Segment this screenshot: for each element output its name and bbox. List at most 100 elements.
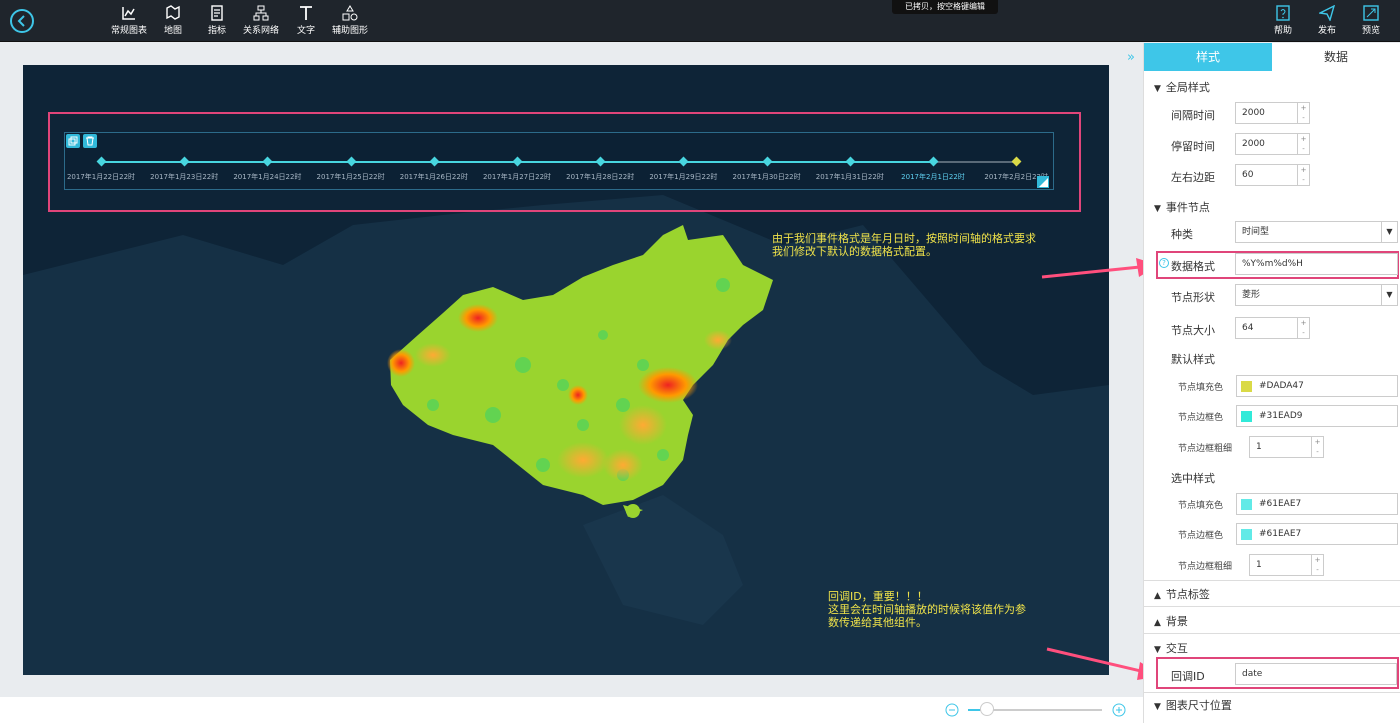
tool-indicator-label: 指标 <box>207 26 226 36</box>
border-swatch[interactable] <box>1241 411 1252 422</box>
resize-handle[interactable] <box>1037 176 1049 188</box>
arrow-left-icon <box>17 15 25 27</box>
annotation-callback-line2: 这里会在时间轴播放的时候将该值作为参 <box>828 603 1026 616</box>
size-input[interactable]: 64 + - <box>1235 317 1310 339</box>
section-global[interactable]: ▼ 全局样式 <box>1154 79 1210 95</box>
format-value: %Y%m%d%H <box>1242 259 1303 269</box>
caret-down-icon: ▼ <box>1154 204 1161 214</box>
chart-icon <box>122 7 135 20</box>
publish-label: 发布 <box>1317 26 1336 36</box>
section-background-label: 背景 <box>1165 615 1188 628</box>
sel-fill-swatch[interactable] <box>1241 499 1252 510</box>
annotation-callback-line1: 回调ID，重要！！！ <box>828 590 928 603</box>
callback-value: date <box>1242 669 1263 679</box>
section-global-label: 全局样式 <box>1165 81 1210 94</box>
border-color-input[interactable]: #31EAD9 <box>1236 405 1398 427</box>
interval-stepper[interactable]: + - <box>1297 103 1309 123</box>
type-label: 种类 <box>1171 228 1193 241</box>
indicator-icon <box>211 5 223 21</box>
sel-fill-color-input[interactable]: #61EAE7 <box>1236 493 1398 515</box>
size-label: 节点大小 <box>1171 324 1215 337</box>
callback-input[interactable]: date <box>1235 663 1397 685</box>
preview-button[interactable]: 预览 <box>1346 5 1396 36</box>
section-interaction-label: 交互 <box>1165 642 1188 655</box>
tool-chart[interactable]: 常规图表 <box>104 5 154 36</box>
collapse-panel-icon[interactable]: » <box>1127 50 1135 65</box>
stay-value: 2000 <box>1242 139 1265 149</box>
stay-stepper[interactable]: + - <box>1297 134 1309 154</box>
network-icon <box>253 5 269 21</box>
tool-text[interactable]: 文字 <box>281 5 331 36</box>
annotation-format-line1: 由于我们事件格式是年月日时，按照时间轴的格式要求 <box>772 232 1036 245</box>
interval-value: 2000 <box>1242 108 1265 118</box>
format-label: 数据格式 <box>1171 260 1215 273</box>
section-event[interactable]: ▼ 事件节点 <box>1154 199 1210 215</box>
tab-style[interactable]: 样式 <box>1144 43 1272 71</box>
zoom-in-icon[interactable] <box>1111 702 1127 718</box>
tool-chart-label: 常规图表 <box>110 26 147 36</box>
preview-icon <box>1363 5 1379 21</box>
info-icon[interactable]: ? <box>1159 258 1169 268</box>
copy-icon[interactable] <box>66 134 80 148</box>
text-icon <box>300 6 312 20</box>
size-stepper[interactable]: + - <box>1297 318 1309 338</box>
zoom-out-icon[interactable] <box>944 702 960 718</box>
border-width-input[interactable]: 1 + - <box>1249 436 1324 458</box>
interval-label: 间隔时间 <box>1171 109 1215 122</box>
timeline-label: 2017年1月23日22时 <box>150 173 219 181</box>
section-size-position[interactable]: ▼ 图表尺寸位置 <box>1154 697 1232 713</box>
sel-border-width-stepper[interactable]: + - <box>1311 555 1323 575</box>
back-button[interactable] <box>10 9 34 33</box>
caret-down-icon: ▼ <box>1154 84 1161 94</box>
tool-text-label: 文字 <box>296 26 315 36</box>
preview-label: 预览 <box>1361 26 1380 36</box>
caret-down-icon: ▼ <box>1154 702 1161 712</box>
help-button[interactable]: 帮助 <box>1258 5 1308 36</box>
sel-border-label: 节点边框色 <box>1178 531 1224 541</box>
format-input[interactable]: %Y%m%d%H <box>1235 253 1398 275</box>
fill-swatch[interactable] <box>1241 381 1252 392</box>
callback-label: 回调ID <box>1171 670 1205 683</box>
margin-input[interactable]: 60 + - <box>1235 164 1310 186</box>
border-value: #31EAD9 <box>1259 411 1303 421</box>
section-node-label-text: 节点标签 <box>1165 588 1210 601</box>
tool-map[interactable]: 地图 <box>148 5 198 36</box>
sel-border-swatch[interactable] <box>1241 529 1252 540</box>
timeline-label: 2017年1月28日22时 <box>566 173 635 181</box>
top-toolbar: 常规图表 地图 指标 关系网络 文字 辅助图形 已拷贝，按空格键编辑 帮助 发布… <box>0 0 1400 42</box>
tool-map-label: 地图 <box>163 26 182 36</box>
border-width-stepper[interactable]: + - <box>1311 437 1323 457</box>
fill-color-input[interactable]: #DADA47 <box>1236 375 1398 397</box>
margin-value: 60 <box>1242 170 1254 180</box>
interval-input[interactable]: 2000 + - <box>1235 102 1310 124</box>
sel-border-color-input[interactable]: #61EAE7 <box>1236 523 1398 545</box>
timeline-label: 2017年1月27日22时 <box>482 173 552 181</box>
section-interaction[interactable]: ▼ 交互 <box>1154 640 1188 656</box>
tool-indicator[interactable]: 指标 <box>192 5 242 36</box>
arrow-to-format <box>1041 258 1158 279</box>
margin-stepper[interactable]: + - <box>1297 165 1309 185</box>
tab-data[interactable]: 数据 <box>1272 43 1400 71</box>
timeline-axis <box>100 161 1016 163</box>
timeline-controls <box>66 134 97 148</box>
sel-fill-label: 节点填充色 <box>1178 501 1224 511</box>
zoom-slider-thumb[interactable] <box>980 702 994 716</box>
timeline-axis-remaining <box>933 161 1016 163</box>
caret-down-icon: ▼ <box>1154 645 1161 655</box>
tool-shape[interactable]: 辅助图形 <box>325 5 375 36</box>
section-node-label[interactable]: ▲ 节点标签 <box>1154 586 1210 602</box>
type-select[interactable]: 时间型 ▼ <box>1235 221 1398 243</box>
type-value: 时间型 <box>1242 227 1270 237</box>
sel-border-width-input[interactable]: 1 + - <box>1249 554 1324 576</box>
tool-network-label: 关系网络 <box>242 26 279 36</box>
trash-icon[interactable] <box>83 134 97 148</box>
shape-select[interactable]: 菱形 ▼ <box>1235 284 1398 306</box>
publish-button[interactable]: 发布 <box>1302 5 1352 36</box>
section-size-position-label: 图表尺寸位置 <box>1165 699 1232 712</box>
stay-input[interactable]: 2000 + - <box>1235 133 1310 155</box>
timeline-label: 2017年1月24日22时 <box>233 173 302 181</box>
timeline-label: 2017年1月31日22时 <box>815 173 884 181</box>
section-background[interactable]: ▲ 背景 <box>1154 613 1188 629</box>
tool-network[interactable]: 关系网络 <box>236 5 286 36</box>
sel-fill-value: #61EAE7 <box>1259 499 1302 509</box>
